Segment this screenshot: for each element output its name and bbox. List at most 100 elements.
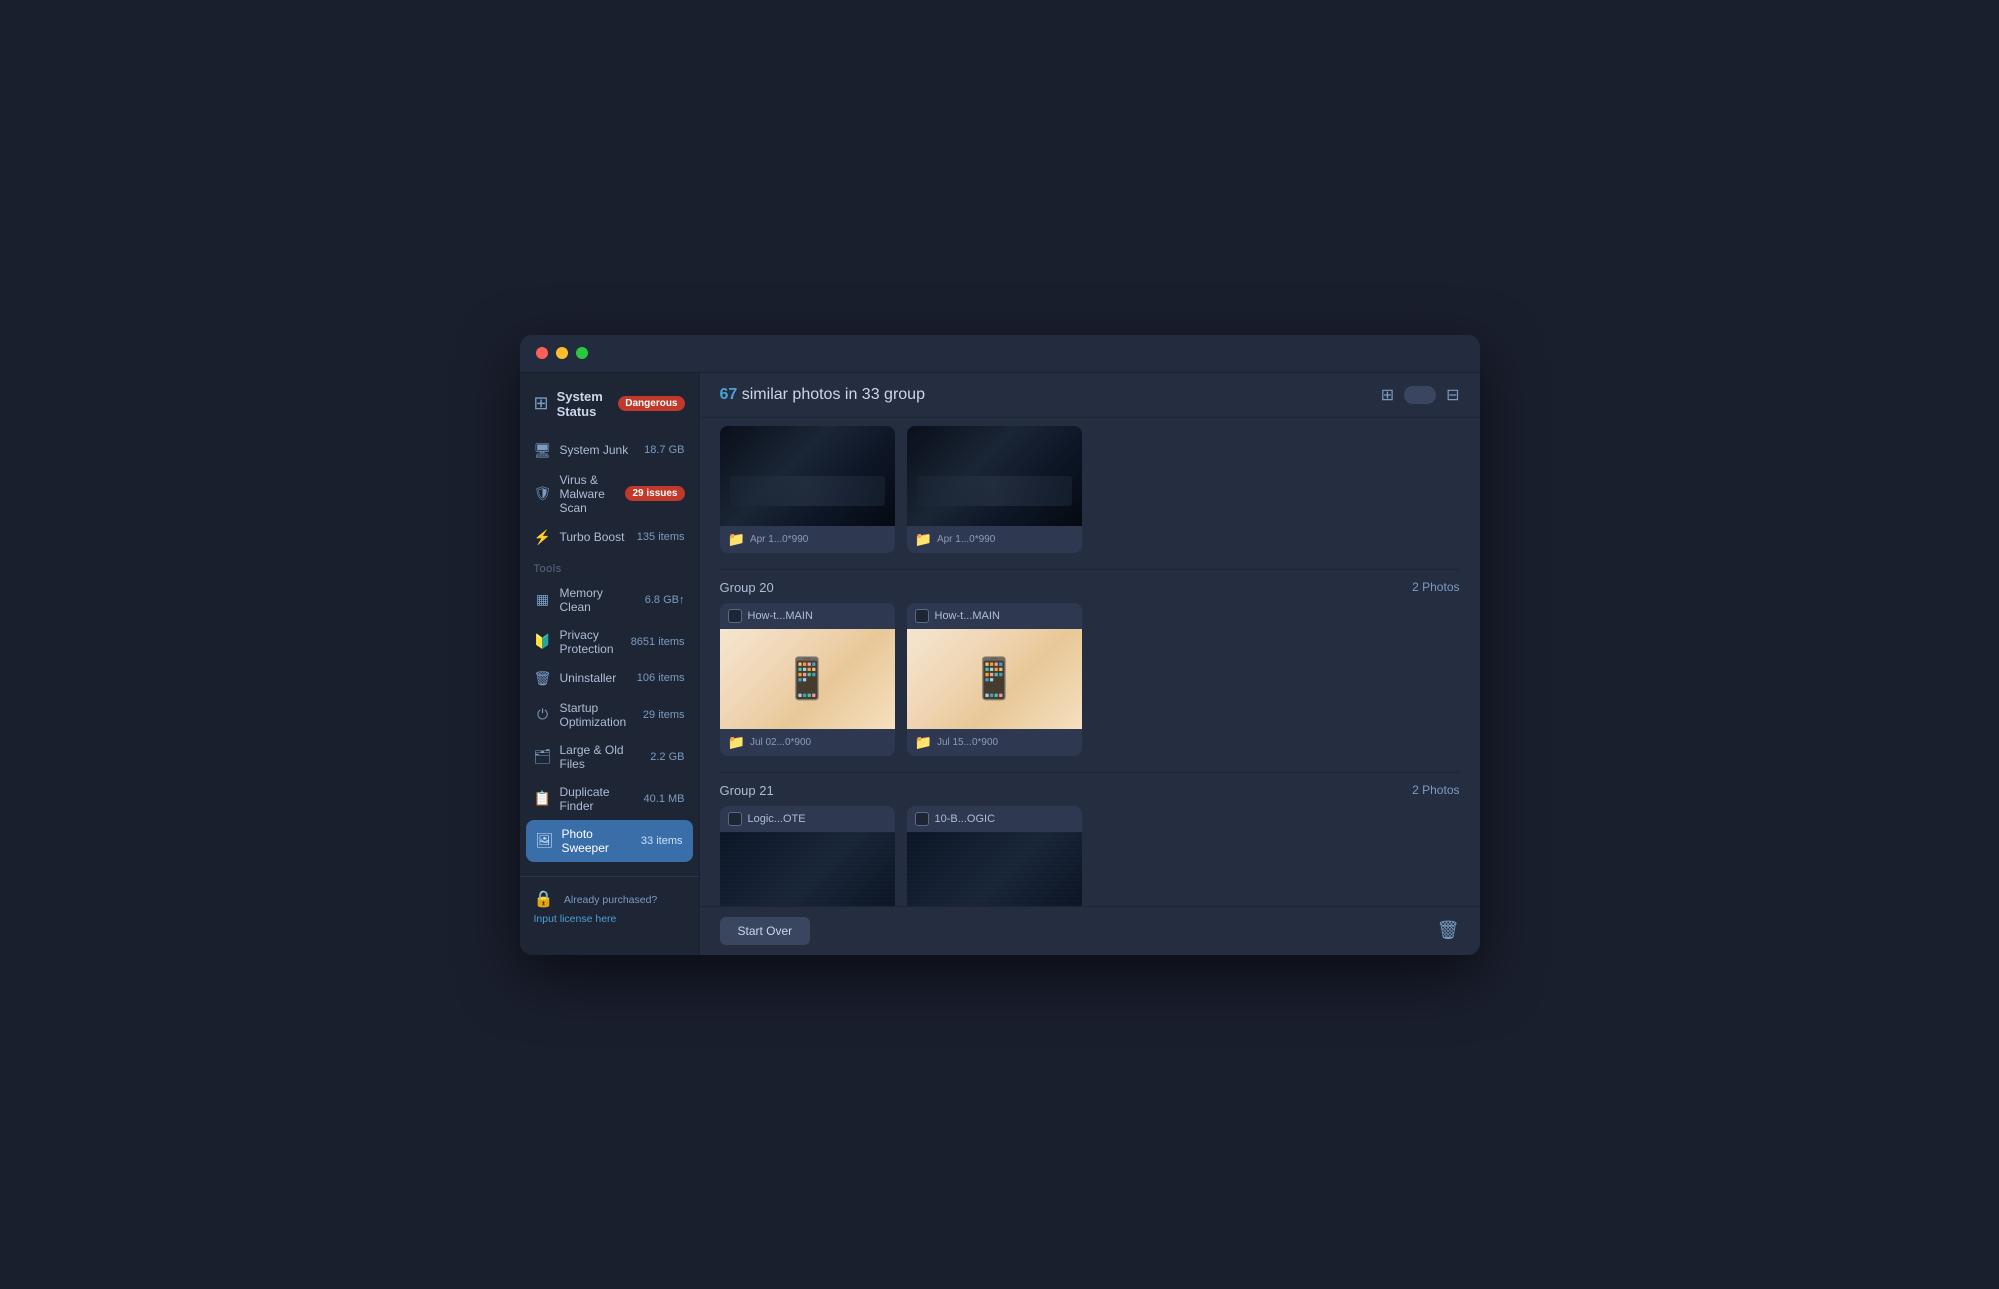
photo-date: Apr 1...0*990 — [937, 534, 995, 545]
photo-checkbox[interactable] — [728, 609, 742, 623]
photo-card-top: Logic...OTE — [720, 806, 895, 832]
group-label: Group 21 — [720, 783, 774, 798]
sidebar-item-duplicate-finder[interactable]: 📋 Duplicate Finder 40.1 MB — [520, 778, 699, 820]
photo-thumbnail[interactable] — [907, 629, 1082, 729]
photo-card: How-t...MAIN 📁 Jul 02...0*900 — [720, 603, 895, 756]
scroll-area[interactable]: 📁 Apr 1...0*990 📁 Apr 1...0*990 — [700, 418, 1480, 906]
photo-name: How-t...MAIN — [935, 610, 1000, 622]
app-window: ⊞ System Status Dangerous 🖥 System Junk … — [520, 335, 1480, 955]
photo-thumbnail[interactable] — [720, 832, 895, 906]
content-title: 67 similar photos in 33 group — [720, 386, 925, 404]
group-21-header: Group 21 2 Photos — [700, 773, 1480, 806]
group-20-photos: How-t...MAIN 📁 Jul 02...0*900 — [700, 603, 1480, 772]
photo-card: 📁 Apr 1...0*990 — [720, 426, 895, 553]
sidebar-item-large-old-files[interactable]: 🗂 Large & Old Files 2.2 GB — [520, 736, 699, 778]
sidebar-header: ⊞ System Status Dangerous — [520, 389, 699, 435]
titlebar — [520, 335, 1480, 373]
tools-section-label: Tools — [520, 553, 699, 579]
privacy-protection-icon: 🔰 — [534, 633, 552, 650]
compare-view-button[interactable]: ⊟ — [1446, 385, 1459, 405]
license-link[interactable]: Input license here — [534, 913, 617, 925]
phone-thumb — [720, 629, 895, 729]
sidebar-item-uninstaller[interactable]: 🗑 Uninstaller 106 items — [520, 663, 699, 694]
maximize-button[interactable] — [576, 347, 588, 359]
group-count: 2 Photos — [1412, 580, 1459, 594]
virus-scan-icon: 🛡 — [534, 485, 552, 502]
main-layout: ⊞ System Status Dangerous 🖥 System Junk … — [520, 373, 1480, 955]
folder-icon: 📁 — [915, 531, 932, 548]
phone-thumb — [907, 629, 1082, 729]
sidebar-title: System Status — [557, 389, 611, 419]
traffic-lights — [536, 347, 588, 359]
close-button[interactable] — [536, 347, 548, 359]
dark-elec-thumb — [907, 832, 1082, 906]
sidebar-item-virus-malware[interactable]: 🛡 Virus & Malware Scan 29 issues — [520, 466, 699, 522]
sidebar-item-label: Large & Old Files — [560, 743, 643, 771]
trash-button[interactable]: 🗑 — [1437, 920, 1460, 941]
memory-clean-icon: ▦ — [534, 591, 552, 608]
grid-view-button[interactable]: ⊞ — [1381, 385, 1394, 405]
sidebar: ⊞ System Status Dangerous 🖥 System Junk … — [520, 373, 700, 955]
lock-icon: 🔒 — [534, 891, 554, 908]
photo-card: How-t...MAIN 📁 Jul 15...0*900 — [907, 603, 1082, 756]
duplicate-finder-icon: 📋 — [534, 790, 552, 807]
purchase-text: Already purchased? — [564, 894, 657, 906]
sidebar-item-label: Duplicate Finder — [560, 785, 636, 813]
sidebar-item-turbo-boost[interactable]: ⚡ Turbo Boost 135 items — [520, 522, 699, 553]
content-header: 67 similar photos in 33 group ⊞ ⊟ — [700, 373, 1480, 418]
start-over-button[interactable]: Start Over — [720, 917, 811, 945]
folder-icon: 📁 — [728, 531, 745, 548]
sidebar-item-label: Privacy Protection — [560, 628, 623, 656]
sidebar-item-memory-clean[interactable]: ▦ Memory Clean 6.8 GB↑ — [520, 579, 699, 621]
sidebar-item-startup-optimization[interactable]: ⏻ Startup Optimization 29 items — [520, 694, 699, 736]
group-top-photos: 📁 Apr 1...0*990 📁 Apr 1...0*990 — [700, 418, 1480, 569]
photo-footer: 📁 Jul 02...0*900 — [720, 729, 895, 756]
sidebar-item-value: 106 items — [637, 672, 685, 684]
sidebar-item-value: 33 items — [641, 835, 683, 847]
sidebar-item-value: 18.7 GB — [644, 444, 684, 456]
sidebar-item-label: Memory Clean — [560, 586, 637, 614]
dark-car-thumb — [907, 426, 1082, 526]
toggle-switch[interactable] — [1404, 386, 1436, 404]
content-description: similar photos in 33 group — [742, 386, 925, 403]
photo-date: Jul 02...0*900 — [750, 737, 811, 748]
sidebar-item-label: Startup Optimization — [560, 701, 635, 729]
sidebar-item-system-junk[interactable]: 🖥 System Junk 18.7 GB — [520, 435, 699, 466]
sidebar-item-value: 29 items — [643, 709, 685, 721]
bottom-bar: Start Over 🗑 — [700, 906, 1480, 955]
sidebar-item-label: Photo Sweeper — [562, 827, 633, 855]
photo-count: 67 — [720, 386, 738, 403]
sidebar-item-label: Virus & Malware Scan — [560, 473, 618, 515]
photo-thumbnail[interactable] — [907, 832, 1082, 906]
folder-icon: 📁 — [915, 734, 932, 751]
system-junk-icon: 🖥 — [534, 442, 552, 459]
group-count: 2 Photos — [1412, 783, 1459, 797]
sidebar-item-photo-sweeper[interactable]: 🖼 Photo Sweeper 33 items — [526, 820, 693, 862]
photo-thumbnail[interactable] — [720, 629, 895, 729]
photo-checkbox[interactable] — [915, 812, 929, 826]
photo-checkbox[interactable] — [915, 609, 929, 623]
status-badge-danger: Dangerous — [618, 396, 684, 411]
photo-card-top: How-t...MAIN — [907, 603, 1082, 629]
minimize-button[interactable] — [556, 347, 568, 359]
sidebar-item-value: 135 items — [637, 531, 685, 543]
photo-footer: 📁 Apr 1...0*990 — [720, 526, 895, 553]
app-logo-icon: ⊞ — [534, 393, 549, 414]
photo-name: Logic...OTE — [748, 813, 806, 825]
photo-footer: 📁 Apr 1...0*990 — [907, 526, 1082, 553]
dark-car-thumb — [720, 426, 895, 526]
photo-name: 10-B...OGIC — [935, 813, 996, 825]
photo-checkbox[interactable] — [728, 812, 742, 826]
large-old-files-icon: 🗂 — [534, 748, 552, 765]
sidebar-item-label: Uninstaller — [560, 671, 629, 685]
sidebar-item-privacy-protection[interactable]: 🔰 Privacy Protection 8651 items — [520, 621, 699, 663]
photo-card: 10-B...OGIC — [907, 806, 1082, 906]
sidebar-section-items: 🖥 System Junk 18.7 GB 🛡 Virus & Malware … — [520, 435, 699, 876]
photo-card: Logic...OTE — [720, 806, 895, 906]
sidebar-item-label: Turbo Boost — [560, 530, 629, 544]
sidebar-item-value: 6.8 GB↑ — [645, 594, 685, 606]
dark-elec-thumb — [720, 832, 895, 906]
startup-optimization-icon: ⏻ — [534, 706, 552, 723]
group-label: Group 20 — [720, 580, 774, 595]
sidebar-item-label: System Junk — [560, 443, 637, 457]
